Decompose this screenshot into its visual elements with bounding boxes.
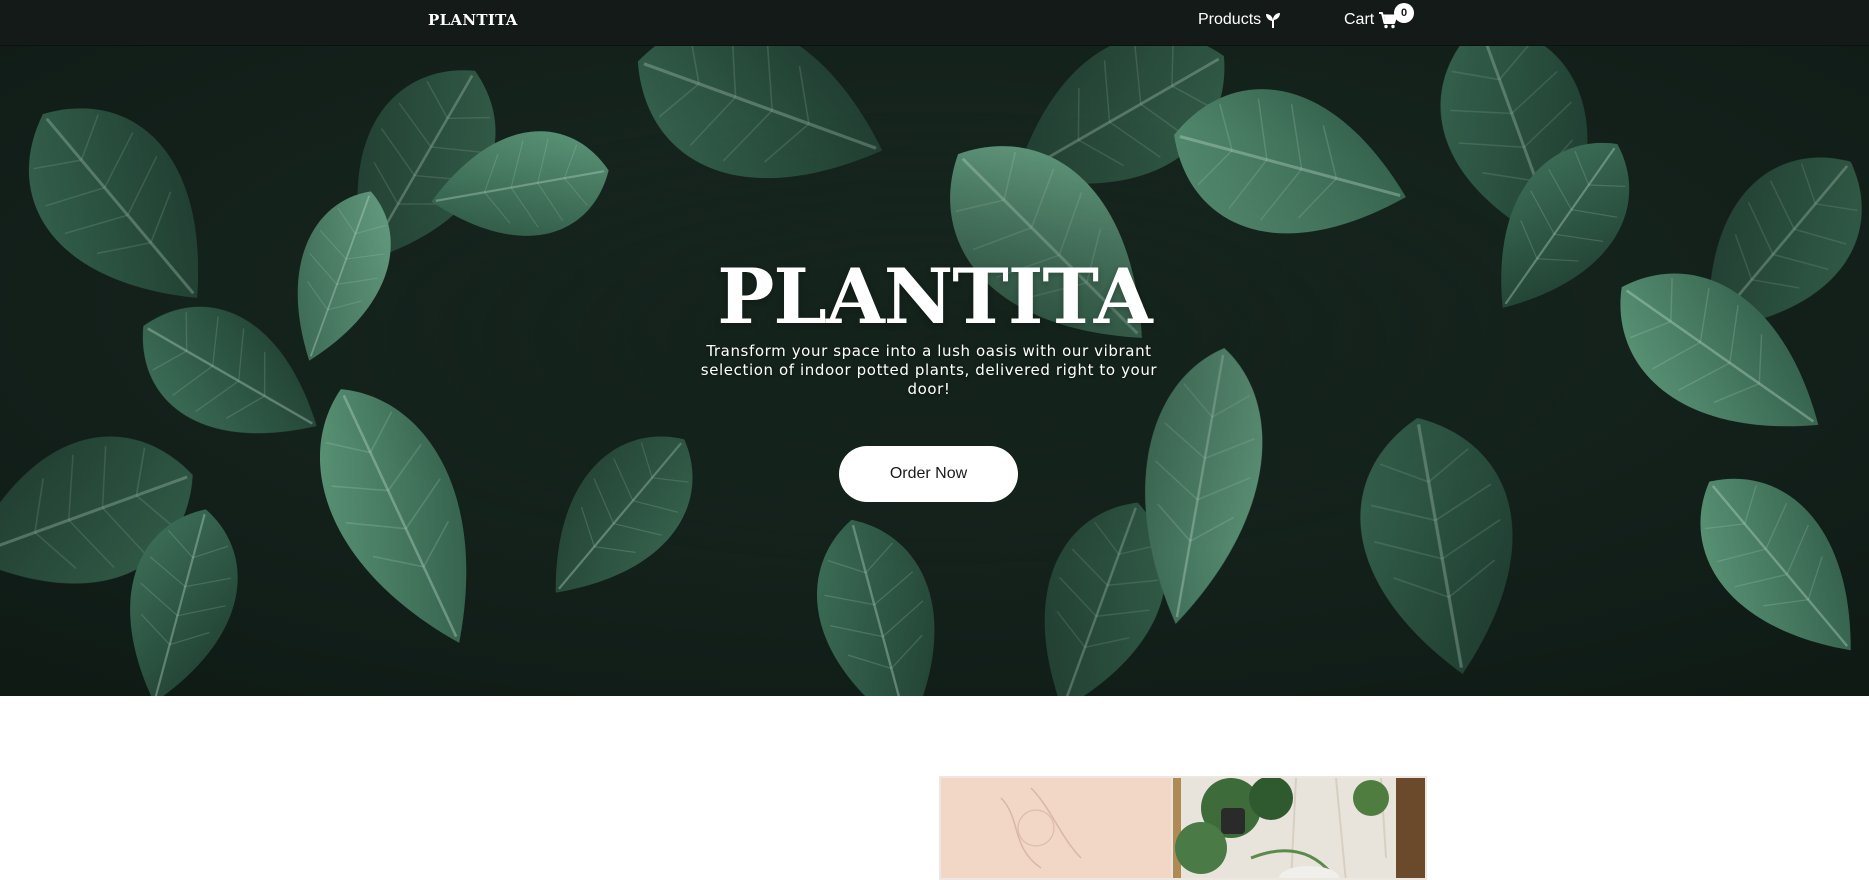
- hero-section: PLANTITA Transform your space into a lus…: [0, 46, 1869, 696]
- cart-count-badge: 0: [1394, 3, 1414, 23]
- hanging-plants-photo: [941, 778, 1425, 878]
- sprout-icon: [1265, 12, 1281, 29]
- feature-plants-image: [939, 776, 1427, 880]
- order-now-button[interactable]: Order Now: [839, 446, 1018, 502]
- nav-cart-link[interactable]: Cart: [1344, 11, 1398, 29]
- nav-cart-label: Cart: [1344, 11, 1375, 28]
- hero-subtitle: Transform your space into a lush oasis w…: [700, 342, 1158, 398]
- hero-title: PLANTITA: [717, 252, 1153, 341]
- nav-products-label: Products: [1198, 11, 1262, 28]
- navbar: PLANTITA Products Cart 0: [0, 0, 1869, 46]
- nav-products-link[interactable]: Products: [1198, 11, 1281, 29]
- brand-logo[interactable]: PLANTITA: [428, 11, 518, 29]
